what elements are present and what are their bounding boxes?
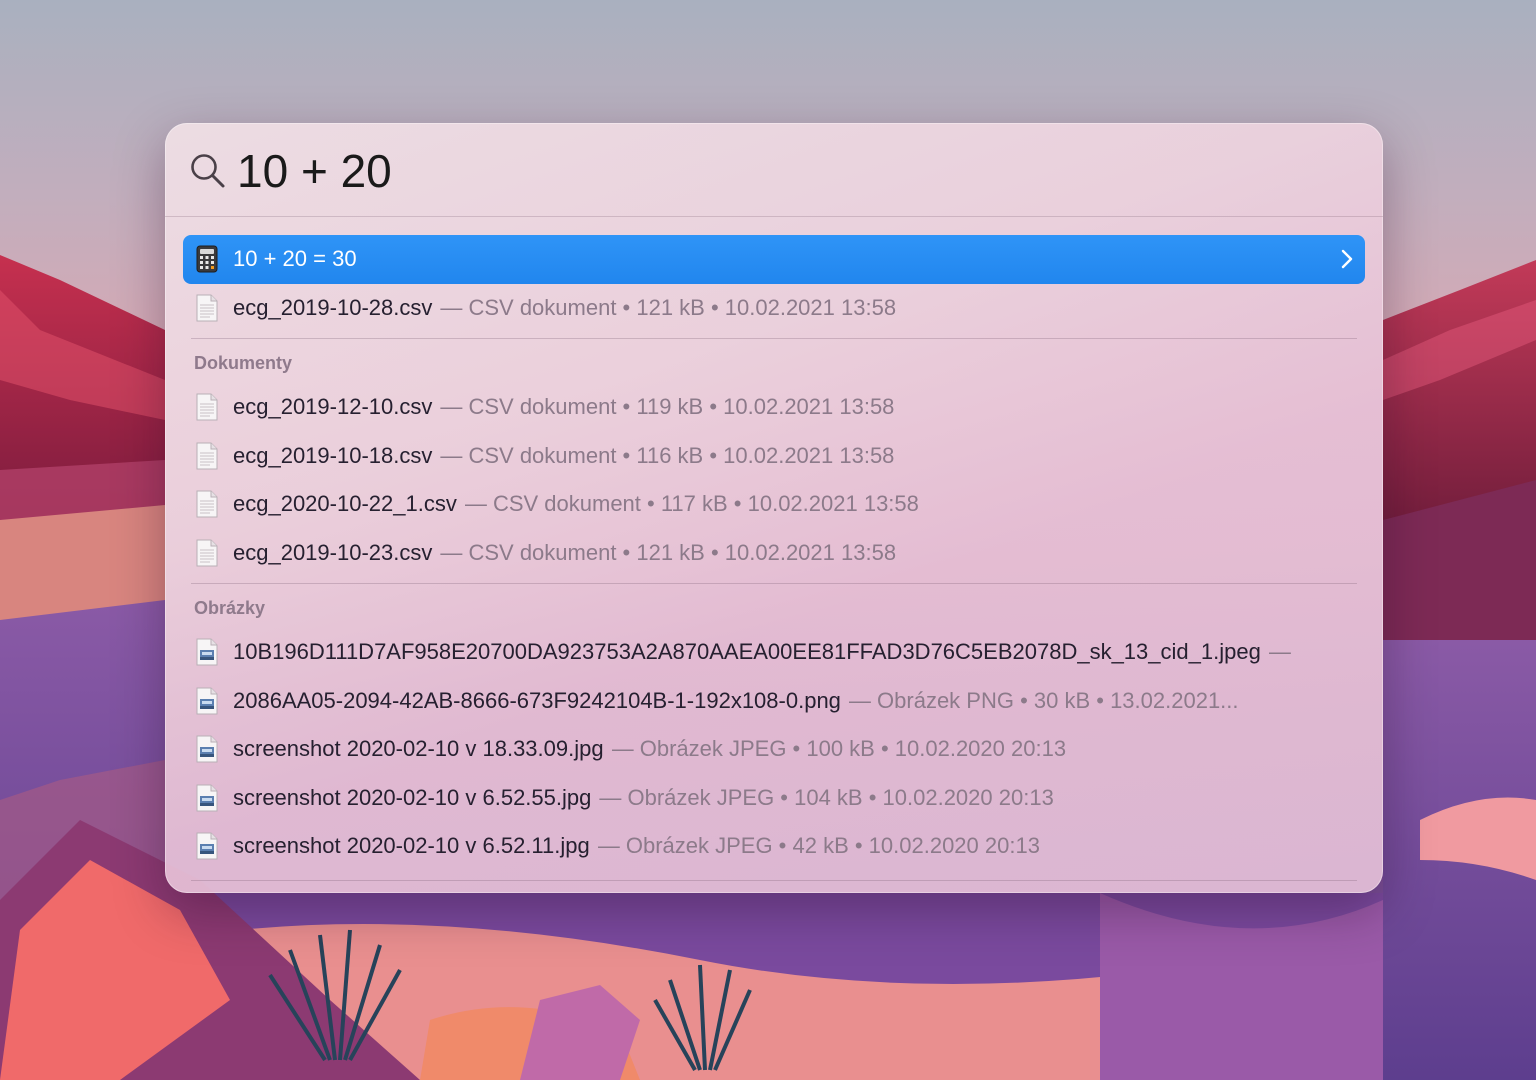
file-name: 10B196D111D7AF958E20700DA923753A2A870AAE… <box>233 639 1261 665</box>
document-icon <box>195 490 219 518</box>
document-icon <box>195 294 219 322</box>
file-meta: — Obrázek JPEG • 100 kB • 10.02.2020 20:… <box>611 736 1067 762</box>
file-name: ecg_2020-10-22_1.csv <box>233 491 457 517</box>
search-icon <box>191 154 225 188</box>
file-name: ecg_2019-12-10.csv <box>233 394 433 420</box>
image-file-icon <box>195 784 219 812</box>
file-name: ecg_2019-10-23.csv <box>233 539 433 565</box>
file-name: screenshot 2020-02-10 v 6.52.55.jpg <box>233 784 592 810</box>
file-meta: — CSV dokument • 116 kB • 10.02.2021 13:… <box>440 442 895 468</box>
file-meta: — CSV dokument • 119 kB • 10.02.2021 13:… <box>440 394 895 420</box>
file-meta: — CSV dokument • 121 kB • 10.02.2021 13:… <box>440 539 897 565</box>
file-meta: — <box>1268 639 1291 665</box>
image-file-icon <box>195 832 219 860</box>
list-item[interactable]: ecg_2019-10-18.csv — CSV dokument • 116 k… <box>183 432 1365 481</box>
file-name: ecg_2019-10-28.csv <box>233 294 433 320</box>
list-item[interactable]: screenshot 2020-02-10 v 6.52.11.jpg — Obr… <box>183 822 1365 871</box>
section-header: Obrázky <box>194 598 266 618</box>
list-item[interactable]: screenshot 2020-02-10 v 6.52.55.jpg — Obr… <box>183 774 1365 823</box>
search-input[interactable] <box>237 141 1337 201</box>
image-file-icon <box>195 735 219 763</box>
document-icon <box>195 539 219 567</box>
document-icon <box>195 442 219 470</box>
divider <box>191 583 1357 584</box>
list-item[interactable]: 10B196D111D7AF958E20700DA923753A2A870AAE… <box>183 628 1365 677</box>
file-name: screenshot 2020-02-10 v 6.52.11.jpg <box>233 833 590 859</box>
list-item[interactable]: ecg_2019-10-28.csv — CSV dokument • 121 k… <box>183 284 1365 333</box>
image-file-icon <box>195 687 219 715</box>
file-meta: — Obrázek PNG • 30 kB • 13.02.2021... <box>848 687 1239 713</box>
list-item[interactable]: ecg_2020-10-22_1.csv — CSV dokument • 117… <box>183 480 1365 529</box>
chevron-right-icon <box>1339 247 1355 271</box>
calculation-result: 10 + 20 = 30 <box>233 246 357 272</box>
list-item[interactable]: 2086AA05-2094-42AB-8666-673F9242104B-1-1… <box>183 677 1365 726</box>
file-meta: — CSV dokument • 117 kB • 10.02.2021 13:… <box>464 491 919 517</box>
list-item[interactable]: ecg_2019-10-23.csv — CSV dokument • 121 k… <box>183 529 1365 578</box>
calculator-icon <box>195 245 219 273</box>
spotlight-window: 10 + 20 = 30 ecg_2019-10-28.csv — CSV doku… <box>165 123 1383 893</box>
file-name: screenshot 2020-02-10 v 18.33.09.jpg <box>233 736 604 762</box>
file-name: 2086AA05-2094-42AB-8666-673F9242104B-1-1… <box>233 687 841 713</box>
top-hit-row[interactable]: 10 + 20 = 30 <box>183 235 1365 284</box>
file-meta: — Obrázek JPEG • 104 kB • 10.02.2020 20:… <box>599 784 1054 810</box>
image-file-icon <box>195 638 219 666</box>
section-header: Dokumenty <box>194 353 293 373</box>
divider <box>191 338 1357 339</box>
divider <box>191 880 1357 881</box>
list-item[interactable]: ecg_2019-12-10.csv — CSV dokument • 119 k… <box>183 383 1365 432</box>
search-bar <box>165 123 1383 217</box>
document-icon <box>195 393 219 421</box>
file-meta: — Obrázek JPEG • 42 kB • 10.02.2020 20:1… <box>597 833 1040 859</box>
results-list: 10 + 20 = 30 ecg_2019-10-28.csv — CSV doku… <box>165 235 1383 871</box>
file-meta: — CSV dokument • 121 kB • 10.02.2021 13:… <box>440 294 897 320</box>
list-item[interactable]: screenshot 2020-02-10 v 18.33.09.jpg — Ob… <box>183 725 1365 774</box>
file-name: ecg_2019-10-18.csv <box>233 442 433 468</box>
